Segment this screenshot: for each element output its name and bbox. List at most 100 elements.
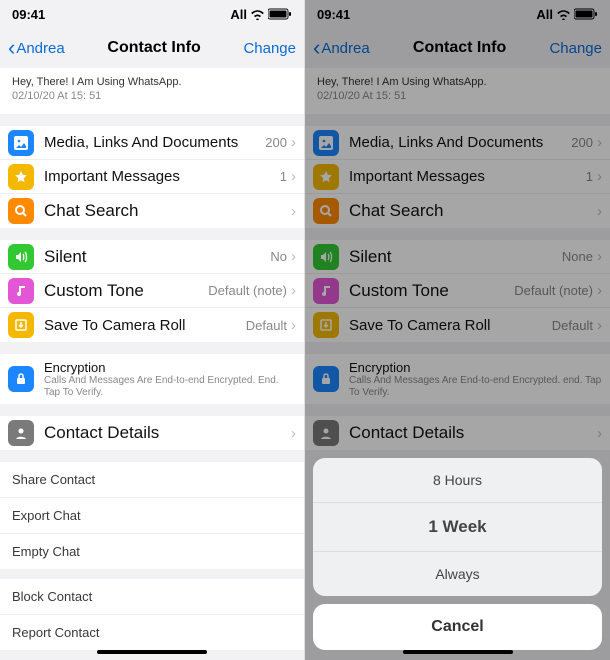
search-icon: [8, 198, 34, 224]
contact-icon: [8, 420, 34, 446]
row-encryption[interactable]: Encryption Calls And Messages Are End-to…: [0, 354, 304, 404]
back-button[interactable]: ‹ Andrea: [8, 37, 65, 59]
contact-status-text: Hey, There! I Am Using WhatsApp.: [317, 76, 598, 88]
row-important-label: Important Messages: [44, 168, 280, 185]
sheet-option-always[interactable]: Always: [313, 552, 602, 596]
change-button[interactable]: Change: [243, 40, 296, 57]
link-block-contact[interactable]: Block Contact: [0, 579, 304, 615]
speaker-icon: [8, 244, 34, 270]
chevron-right-icon: ›: [597, 317, 602, 334]
row-search[interactable]: Chat Search ›: [0, 194, 304, 228]
back-label: Andrea: [16, 40, 64, 57]
row-silent[interactable]: Silent None ›: [305, 240, 610, 274]
music-icon: [313, 278, 339, 304]
chevron-right-icon: ›: [597, 203, 602, 220]
row-save[interactable]: Save To Camera Roll Default ›: [305, 308, 610, 342]
row-encryption-label: Encryption: [349, 360, 602, 375]
row-search-label: Chat Search: [44, 201, 291, 221]
row-contact-details[interactable]: Contact Details ›: [0, 416, 304, 450]
row-save[interactable]: Save To Camera Roll Default ›: [0, 308, 304, 342]
group-media: Media, Links And Documents 200 › Importa…: [0, 126, 304, 228]
row-media-value: 200: [265, 135, 287, 150]
group-details: Contact Details ›: [0, 416, 304, 450]
contact-status-text: Hey, There! I Am Using WhatsApp.: [12, 76, 292, 88]
contact-status-date: 02/10/20 At 15: 51: [317, 90, 598, 102]
row-tone-value: Default (note): [514, 283, 593, 298]
group-encryption: Encryption Calls And Messages Are End-to…: [0, 354, 304, 404]
chevron-right-icon: ›: [597, 282, 602, 299]
row-important-label: Important Messages: [349, 168, 586, 185]
speaker-icon: [313, 244, 339, 270]
chevron-right-icon: ›: [291, 282, 296, 299]
row-contact-details[interactable]: Contact Details ›: [305, 416, 610, 450]
row-save-value: Default: [552, 318, 593, 333]
row-tone[interactable]: Custom Tone Default (note) ›: [0, 274, 304, 308]
status-time: 09:41: [12, 7, 45, 22]
nav-bar: ‹ Andrea Contact Info Change: [0, 28, 304, 68]
link-report-contact[interactable]: Report Contact: [0, 615, 304, 650]
status-bar: 09:41 All: [305, 0, 610, 28]
star-icon: [8, 164, 34, 190]
chevron-right-icon: ›: [291, 317, 296, 334]
photo-icon: [8, 130, 34, 156]
music-icon: [8, 278, 34, 304]
sheet-option-8hours[interactable]: 8 Hours: [313, 458, 602, 503]
row-important[interactable]: Important Messages 1 ›: [305, 160, 610, 194]
row-tone-value: Default (note): [208, 283, 287, 298]
nav-title: Contact Info: [107, 39, 200, 57]
row-tone-label: Custom Tone: [349, 281, 514, 301]
row-media-label: Media, Links And Documents: [44, 134, 265, 151]
link-empty-chat[interactable]: Empty Chat: [0, 534, 304, 569]
row-media[interactable]: Media, Links And Documents 200 ›: [305, 126, 610, 160]
battery-icon: [574, 8, 598, 20]
right-screen: 09:41 All ‹ Andrea Contact Info Change H…: [305, 0, 610, 660]
group-block: Block Contact Report Contact: [0, 579, 304, 650]
chevron-right-icon: ›: [597, 134, 602, 151]
left-screen: 09:41 All ‹ Andrea Contact Info Change H…: [0, 0, 305, 660]
save-icon: [313, 312, 339, 338]
row-encryption[interactable]: Encryption Calls And Messages Are End-to…: [305, 354, 610, 404]
contact-status-date: 02/10/20 At 15: 51: [12, 90, 292, 102]
battery-icon: [268, 8, 292, 20]
row-tone[interactable]: Custom Tone Default (note) ›: [305, 274, 610, 308]
row-important[interactable]: Important Messages 1 ›: [0, 160, 304, 194]
chevron-left-icon: ‹: [8, 37, 15, 59]
row-save-label: Save To Camera Roll: [44, 317, 246, 334]
status-bar: 09:41 All: [0, 0, 304, 28]
link-export-chat[interactable]: Export Chat: [0, 498, 304, 534]
row-media-label: Media, Links And Documents: [349, 134, 571, 151]
row-encryption-sub: Calls And Messages Are End-to-end Encryp…: [349, 375, 602, 399]
wifi-icon: [556, 9, 571, 20]
search-icon: [313, 198, 339, 224]
star-icon: [313, 164, 339, 190]
nav-bar: ‹ Andrea Contact Info Change: [305, 28, 610, 68]
home-indicator: [97, 650, 207, 654]
sheet-option-1week[interactable]: 1 Week: [313, 503, 602, 552]
row-tone-label: Custom Tone: [44, 281, 208, 301]
back-button[interactable]: ‹ Andrea: [313, 37, 370, 59]
status-carrier: All: [536, 7, 553, 22]
change-button[interactable]: Change: [549, 40, 602, 57]
row-search[interactable]: Chat Search ›: [305, 194, 610, 228]
chevron-right-icon: ›: [597, 168, 602, 185]
row-silent-value: No: [270, 249, 287, 264]
row-silent[interactable]: Silent No ›: [0, 240, 304, 274]
group-details: Contact Details ›: [305, 416, 610, 450]
row-save-value: Default: [246, 318, 287, 333]
sheet-cancel-button[interactable]: Cancel: [313, 604, 602, 650]
status-time: 09:41: [317, 7, 350, 22]
row-media-value: 200: [571, 135, 593, 150]
link-share-contact[interactable]: Share Contact: [0, 462, 304, 498]
row-search-label: Chat Search: [349, 201, 597, 221]
row-encryption-sub: Calls And Messages Are End-to-end Encryp…: [44, 375, 296, 399]
contact-status-block: Hey, There! I Am Using WhatsApp. 02/10/2…: [305, 68, 610, 114]
row-media[interactable]: Media, Links And Documents 200 ›: [0, 126, 304, 160]
chevron-right-icon: ›: [291, 248, 296, 265]
group-media: Media, Links And Documents 200 › Importa…: [305, 126, 610, 228]
row-important-value: 1: [586, 169, 593, 184]
group-encryption: Encryption Calls And Messages Are End-to…: [305, 354, 610, 404]
lock-icon: [8, 366, 34, 392]
chevron-right-icon: ›: [291, 425, 296, 442]
group-settings: Silent None › Custom Tone Default (note)…: [305, 240, 610, 342]
wifi-icon: [250, 9, 265, 20]
